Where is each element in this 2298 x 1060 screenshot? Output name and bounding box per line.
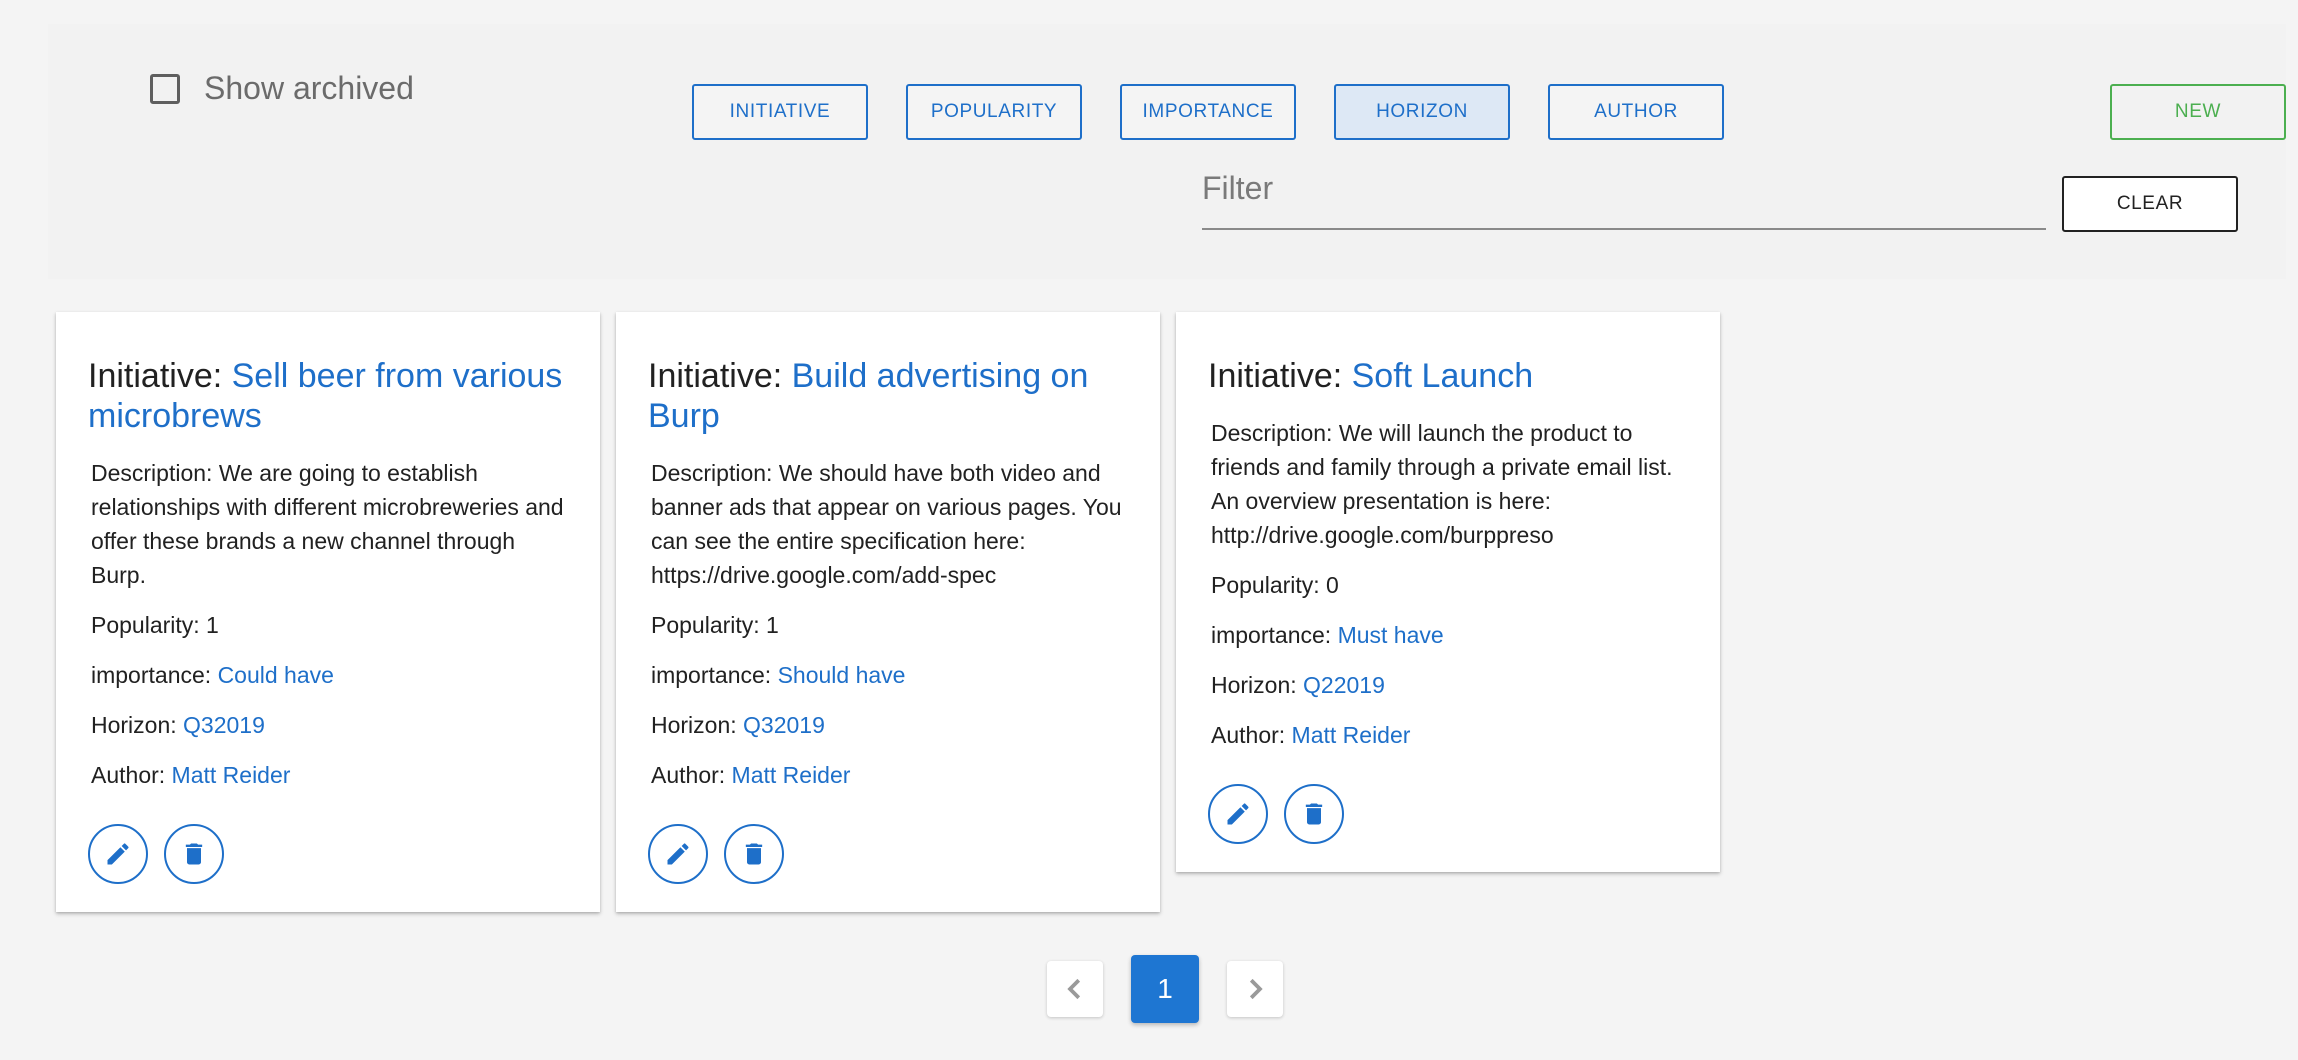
- card-author: Author: Matt Reider: [651, 758, 1128, 792]
- show-archived-checkbox[interactable]: [150, 73, 180, 104]
- pencil-icon: [107, 843, 129, 865]
- horizon-label: Horizon:: [1211, 672, 1304, 698]
- author-link[interactable]: Matt Reider: [1292, 722, 1411, 748]
- horizon-link[interactable]: Q32019: [743, 712, 825, 738]
- card-popularity: Popularity: 0: [1211, 572, 1339, 598]
- card-popularity: Popularity: 1: [91, 612, 219, 638]
- edit-button[interactable]: [1208, 784, 1268, 844]
- importance-link[interactable]: Should have: [778, 662, 906, 688]
- card-popularity: Popularity: 1: [651, 612, 779, 638]
- sort-initiative-button[interactable]: INITIATIVE: [692, 84, 868, 140]
- importance-label: importance:: [91, 662, 218, 688]
- card-importance: importance: Should have: [651, 658, 1128, 692]
- card-author: Author: Matt Reider: [1211, 718, 1688, 752]
- card-title: Initiative: Build advertising on Burp: [648, 356, 1128, 436]
- filter-input[interactable]: [1202, 158, 2046, 218]
- pencil-icon: [1227, 803, 1249, 825]
- card-horizon: Horizon: Q22019: [1211, 668, 1688, 702]
- delete-button[interactable]: [164, 824, 224, 884]
- card-horizon: Horizon: Q32019: [651, 708, 1128, 742]
- author-label: Author:: [651, 762, 732, 788]
- horizon-label: Horizon:: [651, 712, 744, 738]
- trash-icon: [1305, 803, 1323, 825]
- card-actions: [88, 824, 568, 884]
- initiative-card: Initiative: Sell beer from various micro…: [56, 312, 600, 912]
- card-description: Description: We are going to establish r…: [91, 460, 564, 588]
- pagination: 1: [1047, 955, 1283, 1023]
- filter-field: [1202, 158, 2046, 230]
- card-description: Description: We will launch the product …: [1211, 420, 1673, 548]
- chevron-right-icon: [1249, 978, 1263, 1000]
- card-importance: importance: Could have: [91, 658, 568, 692]
- show-archived-label: Show archived: [204, 70, 414, 106]
- sort-popularity-button[interactable]: POPULARITY: [906, 84, 1082, 140]
- importance-label: importance:: [1211, 622, 1338, 648]
- sort-horizon-button[interactable]: HORIZON: [1334, 84, 1510, 140]
- author-label: Author:: [1211, 722, 1292, 748]
- horizon-link[interactable]: Q32019: [183, 712, 265, 738]
- horizon-label: Horizon:: [91, 712, 184, 738]
- initiative-name-link[interactable]: Soft Launch: [1352, 357, 1533, 395]
- card-title-prefix: Initiative:: [88, 357, 232, 395]
- initiative-card: Initiative: Build advertising on Burp De…: [616, 312, 1160, 912]
- author-label: Author:: [91, 762, 172, 788]
- author-link[interactable]: Matt Reider: [732, 762, 851, 788]
- edit-button[interactable]: [88, 824, 148, 884]
- prev-page-button[interactable]: [1047, 961, 1103, 1017]
- sort-author-button[interactable]: AUTHOR: [1548, 84, 1724, 140]
- card-actions: [648, 824, 1128, 884]
- toolbar: Show archived INITIATIVE POPULARITY IMPO…: [48, 24, 2286, 279]
- show-archived-toggle[interactable]: Show archived: [150, 70, 414, 107]
- page-number-button[interactable]: 1: [1131, 955, 1199, 1023]
- new-button[interactable]: NEW: [2110, 84, 2286, 140]
- edit-button[interactable]: [648, 824, 708, 884]
- trash-icon: [185, 843, 203, 865]
- card-horizon: Horizon: Q32019: [91, 708, 568, 742]
- card-title: Initiative: Sell beer from various micro…: [88, 356, 568, 436]
- delete-button[interactable]: [1284, 784, 1344, 844]
- card-actions: [1208, 784, 1688, 844]
- card-importance: importance: Must have: [1211, 618, 1688, 652]
- next-page-button[interactable]: [1227, 961, 1283, 1017]
- clear-button[interactable]: CLEAR: [2062, 176, 2238, 232]
- pencil-icon: [667, 843, 689, 865]
- initiative-card: Initiative: Soft Launch Description: We …: [1176, 312, 1720, 872]
- card-title-prefix: Initiative:: [1208, 357, 1352, 395]
- author-link[interactable]: Matt Reider: [172, 762, 291, 788]
- importance-link[interactable]: Could have: [218, 662, 334, 688]
- card-author: Author: Matt Reider: [91, 758, 568, 792]
- importance-label: importance:: [651, 662, 778, 688]
- horizon-link[interactable]: Q22019: [1303, 672, 1385, 698]
- card-description: Description: We should have both video a…: [651, 460, 1122, 588]
- card-title: Initiative: Soft Launch: [1208, 356, 1688, 396]
- card-title-prefix: Initiative:: [648, 357, 792, 395]
- importance-link[interactable]: Must have: [1338, 622, 1444, 648]
- delete-button[interactable]: [724, 824, 784, 884]
- chevron-left-icon: [1067, 978, 1081, 1000]
- sort-importance-button[interactable]: IMPORTANCE: [1120, 84, 1296, 140]
- trash-icon: [745, 843, 763, 865]
